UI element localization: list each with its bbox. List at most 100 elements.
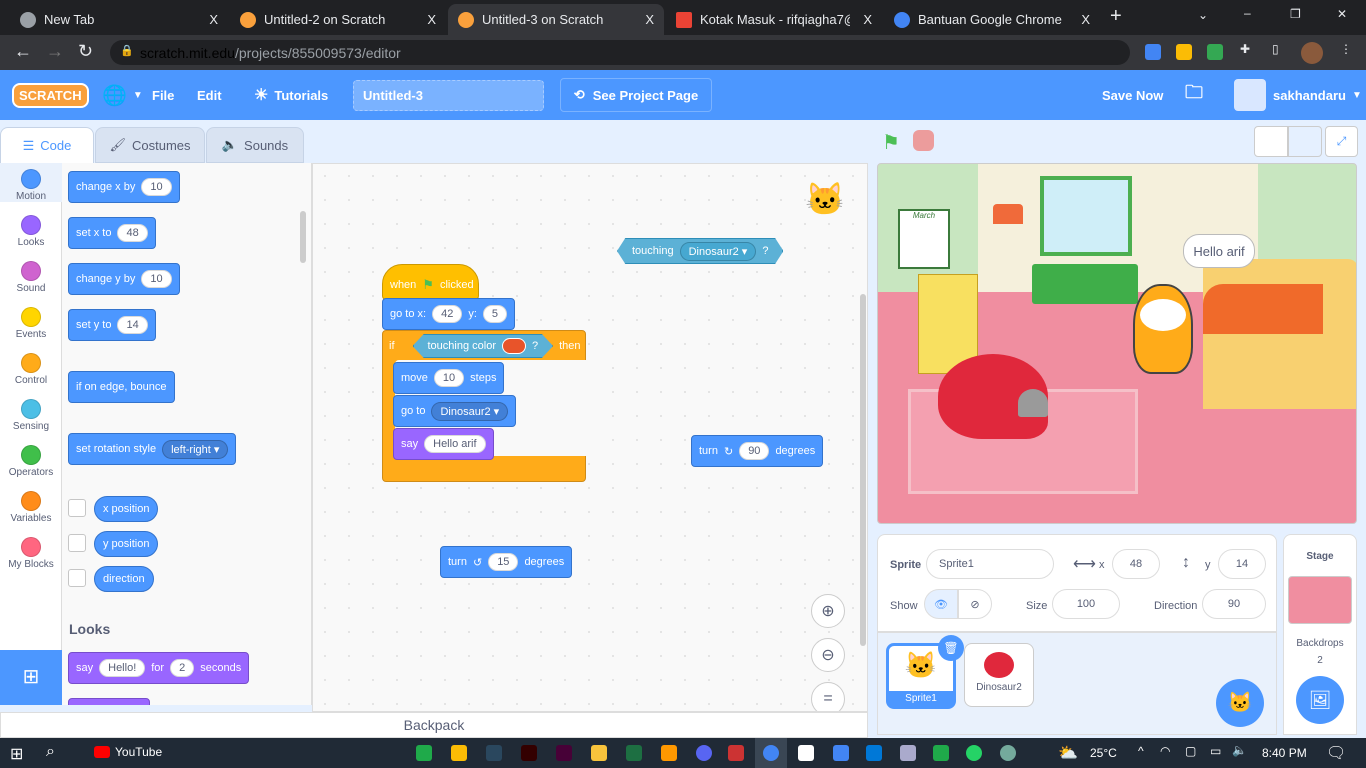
zoom-out-button[interactable]: ⊖ [811,638,845,672]
category-control[interactable]: Control [0,347,62,386]
category-sound[interactable]: Sound [0,255,62,294]
weather-icon[interactable]: ⛅ [1058,743,1078,763]
app-icon[interactable] [416,745,432,761]
block-turn-right[interactable]: turn ↻ 90 degrees [691,435,824,467]
rotation-dropdown[interactable]: left-right ▾ [162,439,229,459]
chatgpt-icon[interactable] [1000,745,1016,761]
vscode-icon[interactable] [866,745,882,761]
discord-icon[interactable] [696,745,712,761]
new-tab-button[interactable]: + [1110,5,1122,28]
block-input[interactable]: 14 [117,316,148,334]
color-swatch[interactable] [502,338,526,354]
block-set-y[interactable]: set y to 14 [68,309,156,341]
chrome-menu-icon[interactable]: ⋮ [1340,42,1352,56]
chrome-icon[interactable] [763,745,779,761]
profile-avatar[interactable] [1301,42,1323,64]
stage-canvas[interactable]: March Hello arif [877,163,1357,524]
y-position-checkbox[interactable] [68,534,86,552]
account-menu[interactable]: sakhandaru ▼ [1273,70,1362,120]
block-change-x[interactable]: change x by 10 [68,171,180,203]
x-input[interactable]: 48 [1112,549,1160,579]
browser-tab[interactable]: Untitled-2 on Scratch X [230,4,446,35]
block-move-steps[interactable]: move 10 steps [393,362,505,394]
sublime-icon[interactable] [661,745,677,761]
delete-sprite-icon[interactable]: 🗑 [938,635,964,661]
back-icon[interactable]: ← [14,41,32,62]
block-if-on-edge-bounce[interactable]: if on edge, bounce [68,371,175,403]
block-say[interactable] [68,698,150,705]
windows-start-icon[interactable]: ⊞ [10,744,23,764]
youtube-taskbar-item[interactable]: YouTube [94,745,162,759]
close-tab-icon[interactable]: X [645,12,654,27]
search-icon[interactable]: ⌕ [46,743,55,761]
steam-icon[interactable] [486,745,502,761]
block-turn-left[interactable]: turn ↺ 15 degrees [440,546,573,578]
choose-sprite-button[interactable]: 🐱 [1216,679,1264,727]
stop-icon[interactable] [913,130,934,151]
block-touching[interactable]: touching Dinosaur2 ▾? [617,238,784,264]
notifications-icon[interactable]: 🗨 [1326,743,1346,763]
tab-search-icon[interactable]: ⌄ [1198,8,1208,22]
notion-icon[interactable] [798,745,814,761]
scratch-logo[interactable]: SCRATCH [12,82,89,108]
file-explorer-icon[interactable] [591,745,607,761]
tab-costumes[interactable]: 🖌 Costumes [95,127,205,163]
goto-dropdown[interactable]: Dinosaur2 ▾ [431,401,509,421]
user-avatar[interactable] [1234,79,1266,111]
tutorials-button[interactable]: ☀ Tutorials [254,70,328,120]
illustrator-icon[interactable] [521,745,537,761]
whatsapp-icon[interactable] [966,745,982,761]
language-menu[interactable]: 🌐 ▼ [102,70,143,120]
reporter-y-position[interactable]: y position [94,531,159,557]
category-my-blocks[interactable]: My Blocks [0,531,62,570]
browser-tab-active[interactable]: Untitled-3 on Scratch X [448,4,664,35]
tab-sounds[interactable]: 🔈 Sounds [206,127,304,163]
google-drive-icon[interactable] [451,745,467,761]
block-input[interactable]: 10 [433,369,465,387]
script-scrollbar[interactable] [860,294,866,646]
block-touching-color[interactable]: touching color? [412,334,554,358]
category-looks[interactable]: Looks [0,209,62,248]
x-position-checkbox[interactable] [68,499,86,517]
app-icon[interactable] [728,745,744,761]
block-set-rotation-style[interactable]: set rotation style left-right ▾ [68,433,237,465]
google-calendar-icon[interactable] [833,745,849,761]
block-set-x[interactable]: set x to 48 [68,217,156,249]
zoom-reset-button[interactable]: = [811,682,845,711]
close-window-button[interactable]: ✕ [1337,7,1347,21]
choose-backdrop-button[interactable]: 🖼 [1296,676,1344,724]
block-go-to[interactable]: go to Dinosaur2 ▾ [393,395,517,427]
reporter-direction[interactable]: direction [94,566,154,592]
block-input[interactable]: 10 [141,178,172,196]
browser-tab[interactable]: Kotak Masuk - rifqiagha7@g X [666,4,882,35]
xd-icon[interactable] [556,745,572,761]
category-variables[interactable]: Variables [0,485,62,524]
palette-scrollbar[interactable] [300,211,306,263]
close-tab-icon[interactable]: X [209,12,218,27]
script-area[interactable]: 🐱 when ⚑ clicked go to x: 42 y: 5 if touching … [312,163,868,712]
block-go-to-xy[interactable]: go to x: 42 y: 5 [382,298,516,330]
show-hidden-button[interactable]: ⊘ [958,589,992,619]
excel-icon[interactable] [626,745,642,761]
small-stage-button[interactable] [1254,126,1288,157]
large-stage-button[interactable] [1288,126,1322,157]
temperature[interactable]: 25°C [1090,746,1117,760]
minimize-button[interactable]: – [1244,6,1251,20]
url-bar[interactable]: 🔒 scratch.mit.edu/projects/855009573/edit… [110,40,1130,65]
close-tab-icon[interactable]: X [1081,12,1090,27]
close-tab-icon[interactable]: X [427,12,436,27]
mic-icon[interactable]: ▢ [1185,744,1196,758]
save-now-button[interactable]: Save Now [1102,70,1163,120]
project-title-input[interactable]: Untitled-3 [353,80,544,111]
volume-icon[interactable]: 🔈 [1232,743,1247,757]
restore-button[interactable]: ❐ [1290,7,1301,21]
direction-input[interactable]: 90 [1202,589,1266,619]
block-say[interactable]: say Hello arif [393,428,494,460]
extensions-puzzle-icon[interactable]: ✚ [1240,42,1250,56]
green-flag-icon[interactable]: ⚑ [882,130,900,155]
show-visible-button[interactable]: 👁 [924,589,958,619]
reload-icon[interactable]: ↻ [78,41,93,62]
edit-menu[interactable]: Edit [197,70,222,120]
block-input[interactable]: 10 [141,270,172,288]
wifi-icon[interactable]: ◠ [1160,744,1170,758]
